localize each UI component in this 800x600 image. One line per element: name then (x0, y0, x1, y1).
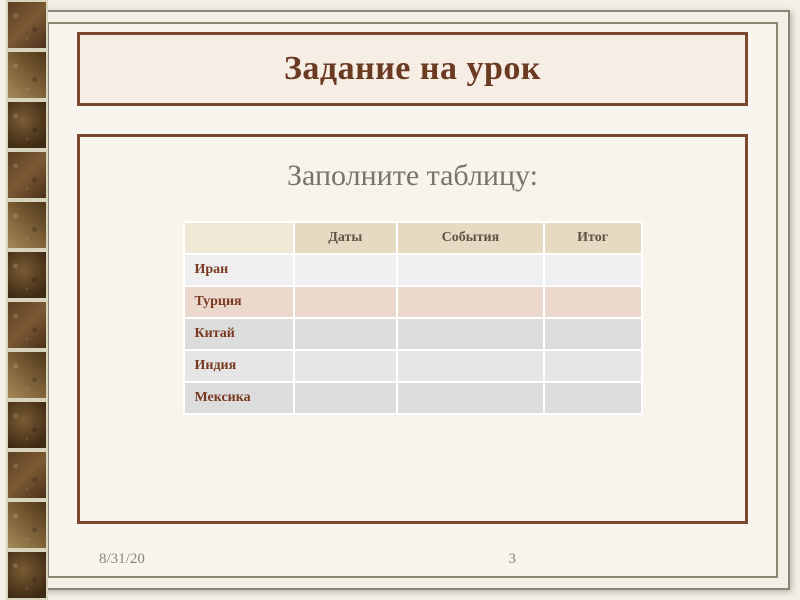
table-header-row: Даты События Итог (184, 222, 642, 254)
table-cell (397, 286, 544, 318)
table-header-cell: Даты (294, 222, 397, 254)
decorative-tile (6, 150, 48, 200)
table-cell (397, 254, 544, 286)
table-row: Китай (184, 318, 642, 350)
table-cell (544, 286, 642, 318)
decorative-tile (6, 200, 48, 250)
table-cell (294, 318, 397, 350)
table-cell (294, 286, 397, 318)
decorative-tile (6, 450, 48, 500)
table-row: Индия (184, 350, 642, 382)
slide-title: Задание на урок (284, 50, 541, 88)
table-row: Иран (184, 254, 642, 286)
decorative-tile (6, 300, 48, 350)
table-cell (397, 318, 544, 350)
table-row: Мексика (184, 382, 642, 414)
table-row-label: Иран (184, 254, 294, 286)
table-cell (294, 350, 397, 382)
table-row-label: Индия (184, 350, 294, 382)
table-cell (544, 382, 642, 414)
table-cell (397, 382, 544, 414)
table-header-cell: События (397, 222, 544, 254)
decorative-tile (6, 500, 48, 550)
decorative-tile (6, 350, 48, 400)
decorative-side-strip (6, 0, 48, 600)
table-cell (544, 350, 642, 382)
table-row-label: Мексика (184, 382, 294, 414)
table-row: Турция (184, 286, 642, 318)
table-row-label: Турция (184, 286, 294, 318)
decorative-tile (6, 250, 48, 300)
table-row-label: Китай (184, 318, 294, 350)
decorative-tile (6, 400, 48, 450)
content-box: Заполните таблицу: Даты События Итог Ира… (77, 134, 748, 524)
decorative-tile (6, 550, 48, 600)
footer-date: 8/31/20 (99, 551, 145, 568)
decorative-tile (6, 50, 48, 100)
fill-table: Даты События Итог Иран Турция (183, 221, 643, 415)
title-box: Задание на урок (77, 32, 748, 106)
slide-inner-frame: Задание на урок Заполните таблицу: Даты … (47, 22, 778, 578)
table-cell (544, 318, 642, 350)
table-header-corner (184, 222, 294, 254)
slide-subtitle: Заполните таблицу: (110, 159, 715, 193)
footer-page-number: 3 (509, 551, 517, 568)
table-cell (294, 254, 397, 286)
slide-outer-frame: Задание на урок Заполните таблицу: Даты … (35, 10, 790, 590)
decorative-tile (6, 0, 48, 50)
decorative-tile (6, 100, 48, 150)
table-header-cell: Итог (544, 222, 642, 254)
table-cell (544, 254, 642, 286)
table-cell (397, 350, 544, 382)
table-cell (294, 382, 397, 414)
